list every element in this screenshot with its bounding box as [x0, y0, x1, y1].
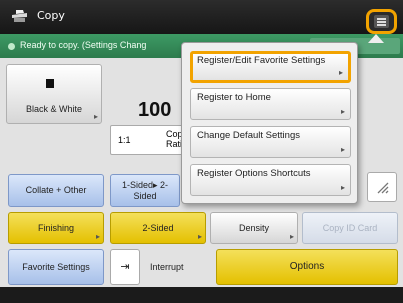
chevron-icon: ▸	[340, 107, 345, 116]
black-white-swatch-icon	[46, 79, 54, 88]
chevron-icon: ▸	[95, 232, 100, 241]
title-bar: Copy	[0, 0, 403, 34]
menu-item-change-default-settings[interactable]: Change Default Settings ▸	[190, 126, 351, 158]
interrupt-button[interactable]: ⇥	[110, 249, 140, 285]
menu-popup: Register/Edit Favorite Settings ▸ Regist…	[181, 42, 358, 204]
ratio-value: 1:1	[118, 135, 131, 145]
status-indicator-icon	[8, 43, 15, 50]
resize-icon	[377, 182, 389, 194]
menu-pointer	[368, 34, 384, 43]
chevron-icon: ▸	[289, 232, 294, 241]
menu-button[interactable]	[366, 9, 397, 34]
collate-other-button[interactable]: Collate + Other	[8, 174, 104, 207]
density-button[interactable]: Density ▸	[210, 212, 298, 244]
color-mode-button[interactable]: Black & White ▸	[6, 64, 102, 124]
app-title: Copy	[37, 9, 65, 22]
copy-app-icon	[12, 10, 27, 22]
interrupt-label: Interrupt	[150, 262, 184, 272]
finishing-button[interactable]: Finishing ▸	[8, 212, 104, 244]
chevron-icon: ▸	[340, 183, 345, 192]
status-text: Ready to copy. (Settings Chang	[20, 40, 147, 50]
chevron-icon: ▸	[340, 145, 345, 154]
hamburger-icon	[374, 15, 389, 28]
interrupt-icon: ⇥	[120, 260, 130, 273]
menu-item-register-options-shortcuts[interactable]: Register Options Shortcuts ▸	[190, 164, 351, 196]
copy-id-card-button[interactable]: Copy ID Card	[302, 212, 398, 244]
copy-ratio-button[interactable]: 1:1 Copy Ratio	[110, 125, 190, 155]
favorite-settings-button[interactable]: Favorite Settings	[8, 249, 104, 285]
color-mode-label: Black & White	[25, 103, 83, 114]
sided-info-button[interactable]: 1-Sided▸ 2-Sided	[110, 174, 180, 207]
menu-item-register-edit-favorite[interactable]: Register/Edit Favorite Settings ▸	[190, 51, 351, 83]
bottom-bar	[0, 287, 403, 303]
two-sided-button[interactable]: 2-Sided ▸	[110, 212, 206, 244]
options-button[interactable]: Options	[216, 249, 398, 285]
menu-item-register-to-home[interactable]: Register to Home ▸	[190, 88, 351, 120]
chevron-icon: ▸	[93, 112, 98, 121]
chevron-icon: ▸	[197, 232, 202, 241]
chevron-icon: ▸	[338, 68, 343, 77]
resize-button[interactable]	[367, 172, 397, 202]
copy-count[interactable]: 100	[138, 99, 171, 122]
